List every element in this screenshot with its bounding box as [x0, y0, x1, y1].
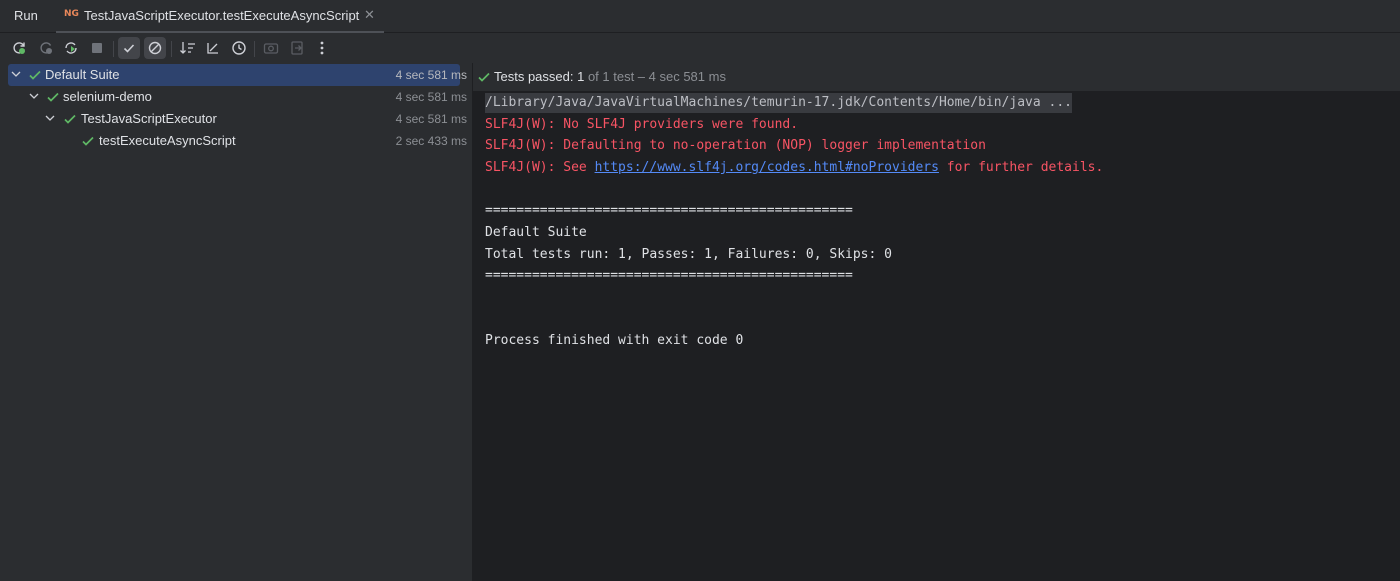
run-toolbar: [0, 33, 1400, 63]
tree-row-duration: 2 sec 433 ms: [395, 134, 467, 148]
console-command-line[interactable]: /Library/Java/JavaVirtualMachines/temuri…: [485, 93, 1072, 113]
tree-row-label: Default Suite: [45, 67, 120, 82]
stop-icon[interactable]: [86, 37, 108, 59]
toolbar-separator: [113, 41, 114, 57]
console-error-line: SLF4J(W): See https://www.slf4j.org/code…: [485, 158, 1103, 178]
chevron-down-icon[interactable]: [10, 67, 22, 81]
console-pane: Tests passed: 1 of 1 test – 4 sec 581 ms…: [473, 63, 1400, 581]
rerun-failed-icon[interactable]: [35, 37, 57, 59]
tree-row-duration: 4 sec 581 ms: [395, 112, 467, 126]
tree-row-label: testExecuteAsyncScript: [99, 133, 236, 148]
tool-window-tabbar: Run NG TestJavaScriptExecutor.testExecut…: [0, 0, 1400, 33]
close-icon[interactable]: ✕: [364, 7, 375, 23]
test-status-bar: Tests passed: 1 of 1 test – 4 sec 581 ms: [473, 63, 1400, 91]
console-error-line: SLF4J(W): No SLF4J providers were found.: [485, 117, 799, 132]
export-icon[interactable]: [286, 37, 308, 59]
tree-row-selenium-demo[interactable]: selenium-demo 4 sec 581 ms: [8, 86, 467, 108]
sort-alphabetically-icon[interactable]: [177, 37, 199, 59]
more-icon[interactable]: [311, 37, 333, 59]
tab-title: TestJavaScriptExecutor.testExecuteAsyncS…: [84, 8, 360, 23]
screenshot-icon[interactable]: [260, 37, 282, 59]
test-tree: Default Suite 4 sec 581 ms selenium-demo…: [0, 63, 472, 581]
toggle-auto-test-icon[interactable]: [60, 37, 82, 59]
testng-icon: NG: [64, 9, 79, 19]
sort-by-duration-icon[interactable]: [202, 37, 224, 59]
console-error-suffix: for further details.: [938, 160, 1104, 175]
console-separator-line: ========================================…: [485, 203, 853, 218]
history-icon[interactable]: [228, 37, 250, 59]
passed-check-icon: [478, 72, 490, 82]
status-passed: Tests passed: 1: [494, 69, 585, 84]
tree-row-label: selenium-demo: [63, 89, 152, 104]
tree-row-duration: 4 sec 581 ms: [395, 90, 467, 104]
console-suite-line: Default Suite: [485, 225, 587, 240]
chevron-down-icon[interactable]: [28, 89, 40, 103]
passed-check-icon: [47, 92, 59, 102]
run-tool-window-title: Run: [14, 8, 38, 23]
status-detail: of 1 test – 4 sec 581 ms: [584, 69, 726, 84]
passed-check-icon: [82, 136, 94, 146]
console-separator-line: ========================================…: [485, 268, 853, 283]
toolbar-separator: [254, 41, 255, 57]
passed-check-icon: [64, 114, 76, 124]
passed-check-icon: [29, 70, 41, 80]
console-exit-line: Process finished with exit code 0: [485, 333, 744, 348]
rerun-icon[interactable]: [8, 37, 30, 59]
show-ignored-icon[interactable]: [144, 37, 166, 59]
toolbar-separator: [171, 41, 172, 57]
chevron-down-icon[interactable]: [44, 111, 56, 125]
tree-row-test-method[interactable]: testExecuteAsyncScript 2 sec 433 ms: [8, 130, 467, 152]
console-totals-line: Total tests run: 1, Passes: 1, Failures:…: [485, 247, 892, 262]
show-passed-icon[interactable]: [118, 37, 140, 59]
tree-row-duration: 4 sec 581 ms: [395, 68, 467, 82]
console-error-line: SLF4J(W): Defaulting to no-operation (NO…: [485, 138, 986, 153]
tree-row-default-suite[interactable]: Default Suite 4 sec 581 ms: [8, 64, 467, 86]
run-config-tab[interactable]: NG TestJavaScriptExecutor.testExecuteAsy…: [56, 0, 384, 33]
tree-row-test-class[interactable]: TestJavaScriptExecutor 4 sec 581 ms: [8, 108, 467, 130]
console-link[interactable]: https://www.slf4j.org/codes.html#noProvi…: [595, 160, 939, 175]
tree-row-label: TestJavaScriptExecutor: [81, 111, 217, 126]
status-summary: Tests passed: 1 of 1 test – 4 sec 581 ms: [494, 69, 726, 84]
console-error-prefix: SLF4J(W): See: [485, 160, 595, 175]
